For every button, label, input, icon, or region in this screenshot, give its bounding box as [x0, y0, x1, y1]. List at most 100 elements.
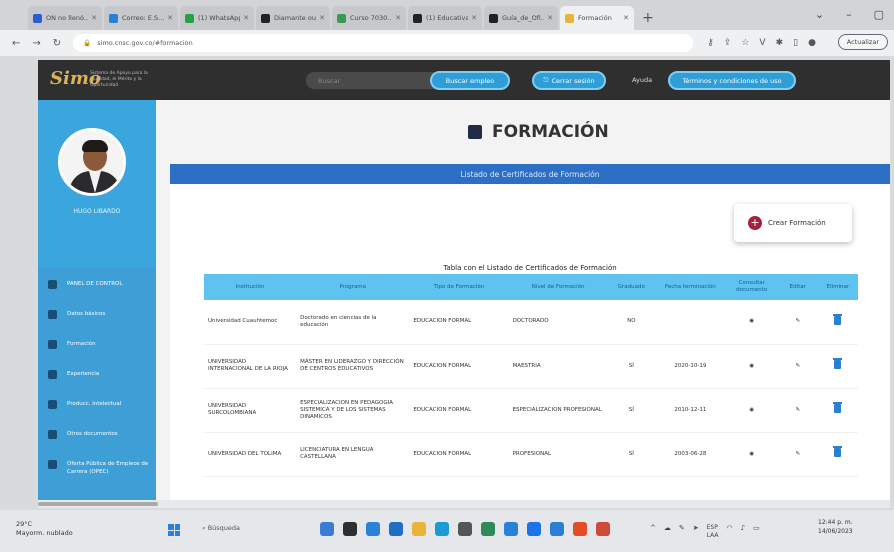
extension-v-icon[interactable]: V	[759, 38, 765, 48]
url-field[interactable]: 🔒 simo.cnsc.gov.co/#formacion	[73, 34, 694, 52]
avatar	[58, 128, 126, 196]
battery-icon[interactable]: ▭	[753, 524, 760, 540]
pen-icon[interactable]: ✎	[679, 524, 685, 540]
taskbar-app-icon[interactable]	[481, 522, 495, 536]
taskbar-app-icon[interactable]	[389, 522, 403, 536]
forward-icon[interactable]: →	[32, 38, 40, 49]
taskbar-app-icon[interactable]	[343, 522, 357, 536]
sidebar-item[interactable]: Oferta Pública de Empleos de Carrera (OP…	[38, 460, 156, 490]
sidebar-item[interactable]: Otros documentos	[38, 430, 156, 460]
maximize-icon[interactable]: ▢	[874, 8, 884, 21]
sidebar-item[interactable]: Datos básicos	[38, 310, 156, 340]
scroll-thumb[interactable]	[38, 502, 158, 506]
cell-nivel: PROFESIONAL	[508, 432, 608, 477]
delete-icon[interactable]	[833, 358, 843, 369]
sidebar-item[interactable]: Formación	[38, 340, 156, 370]
sidebar-item[interactable]: Experiencia	[38, 370, 156, 400]
windows-taskbar: 29°C Mayorm. nublado ⌕ Búsqueda ^ ☁ ✎ ➤ …	[0, 510, 894, 552]
sidebar-item-label: Datos básicos	[67, 311, 106, 317]
minimize-icon[interactable]: –	[846, 8, 852, 21]
taskbar-app-icon[interactable]	[366, 522, 380, 536]
header-search-input[interactable]: Buscar	[306, 72, 446, 89]
tab-favicon-icon	[413, 13, 422, 23]
star-icon[interactable]: ☆	[741, 38, 749, 48]
close-icon[interactable]: ✕	[319, 14, 325, 22]
cell-programa: LICENCIATURA EN LENGUA CASTELLANA	[296, 432, 410, 477]
address-bar-row: ← → ↻ 🔒 simo.cnsc.gov.co/#formacion ⚷ ⇪ …	[0, 30, 894, 56]
edit-icon[interactable]: ✎	[795, 407, 800, 413]
delete-icon[interactable]	[833, 402, 843, 413]
taskbar-app-icon[interactable]	[504, 522, 518, 536]
cell-graduado: NO	[607, 300, 655, 345]
windows-start-icon[interactable]	[168, 524, 180, 536]
taskbar-app-icon[interactable]	[435, 522, 449, 536]
sidebar-item[interactable]: Producc. intelectual	[38, 400, 156, 430]
cell-institucion: UNIVERSIDAD DEL TOLIMA	[204, 432, 297, 477]
profile-icon[interactable]: ●	[808, 38, 816, 48]
back-icon[interactable]: ←	[12, 38, 20, 49]
view-document-icon[interactable]: ◉	[749, 451, 754, 457]
tab-favicon-icon	[337, 13, 346, 23]
delete-icon[interactable]	[833, 446, 843, 457]
browser-tab[interactable]: Diamante ou...✕	[256, 6, 330, 30]
clock[interactable]: 12:44 p. m. 14/06/2023	[818, 518, 853, 536]
share-icon[interactable]: ⇪	[724, 38, 732, 48]
edit-icon[interactable]: ✎	[795, 451, 800, 457]
horizontal-scrollbar[interactable]	[38, 500, 890, 508]
browser-tab[interactable]: Formación ✕	[560, 6, 634, 30]
sidepanel-icon[interactable]: ▯	[793, 38, 798, 48]
weather-widget[interactable]: 29°C Mayorm. nublado	[16, 520, 73, 538]
taskbar-search[interactable]: ⌕ Búsqueda	[202, 524, 240, 533]
taskbar-app-icon[interactable]	[458, 522, 472, 536]
chevron-down-icon[interactable]: ⌄	[815, 8, 824, 21]
browser-tab[interactable]: Curso 7030... ✕	[332, 6, 406, 30]
taskbar-app-icon[interactable]	[527, 522, 541, 536]
browser-tab[interactable]: Correo: E.S... ✕	[104, 6, 178, 30]
logout-icon: ⎋	[543, 76, 549, 84]
close-icon[interactable]: ✕	[547, 14, 553, 22]
view-document-icon[interactable]: ◉	[749, 363, 754, 369]
browser-tab[interactable]: Guía_de_Ofi... ✕	[484, 6, 558, 30]
browser-tab[interactable]: (1) WhatsApp ✕	[180, 6, 254, 30]
search-jobs-button[interactable]: Buscar empleo	[430, 71, 510, 90]
sidebar-item-label: Formación	[67, 341, 96, 347]
close-icon[interactable]: ✕	[91, 14, 97, 22]
create-formation-button[interactable]: + Crear Formación	[734, 204, 852, 242]
reload-icon[interactable]: ↻	[53, 38, 61, 49]
browser-tab[interactable]: (1) Educativa ✕	[408, 6, 482, 30]
chevron-up-icon[interactable]: ^	[650, 524, 656, 540]
key-icon[interactable]: ⚷	[707, 38, 714, 48]
tab-label: Curso 7030...	[350, 14, 393, 22]
lang-indicator[interactable]: ESP LAA	[707, 524, 719, 540]
volume-icon[interactable]: ♪	[741, 524, 745, 540]
view-document-icon[interactable]: ◉	[749, 318, 754, 324]
close-icon[interactable]: ✕	[395, 14, 401, 22]
taskbar-app-icon[interactable]	[320, 522, 334, 536]
terms-button[interactable]: Términos y condiciones de uso	[668, 71, 796, 90]
send-icon[interactable]: ➤	[693, 524, 699, 540]
help-link[interactable]: Ayuda	[632, 76, 652, 84]
sidebar-item[interactable]: PANEL DE CONTROL	[38, 280, 156, 310]
puzzle-icon[interactable]: ✱	[776, 38, 784, 48]
delete-icon[interactable]	[833, 313, 843, 325]
taskbar-app-icon[interactable]	[550, 522, 564, 536]
cloud-icon[interactable]: ☁	[664, 524, 671, 540]
taskbar-app-icon[interactable]	[596, 522, 610, 536]
graduation-icon	[468, 125, 482, 139]
taskbar-app-icon[interactable]	[412, 522, 426, 536]
new-tab-button[interactable]: +	[642, 10, 654, 26]
view-document-icon[interactable]: ◉	[749, 407, 754, 413]
tab-label: Diamante ou...	[274, 14, 316, 22]
close-icon[interactable]: ✕	[471, 14, 477, 22]
edit-icon[interactable]: ✎	[795, 363, 800, 369]
edit-icon[interactable]: ✎	[795, 318, 800, 324]
graduation-icon	[48, 340, 57, 349]
logout-button[interactable]: ⎋ Cerrar sesión	[532, 71, 606, 90]
close-icon[interactable]: ✕	[623, 14, 629, 22]
close-icon[interactable]: ✕	[243, 14, 249, 22]
taskbar-app-icon[interactable]	[573, 522, 587, 536]
close-icon[interactable]: ✕	[167, 14, 173, 22]
update-browser-button[interactable]: Actualizar	[837, 34, 888, 50]
wifi-icon[interactable]: ◠	[726, 524, 732, 540]
browser-tab[interactable]: ON no llenó... ✕	[28, 6, 102, 30]
